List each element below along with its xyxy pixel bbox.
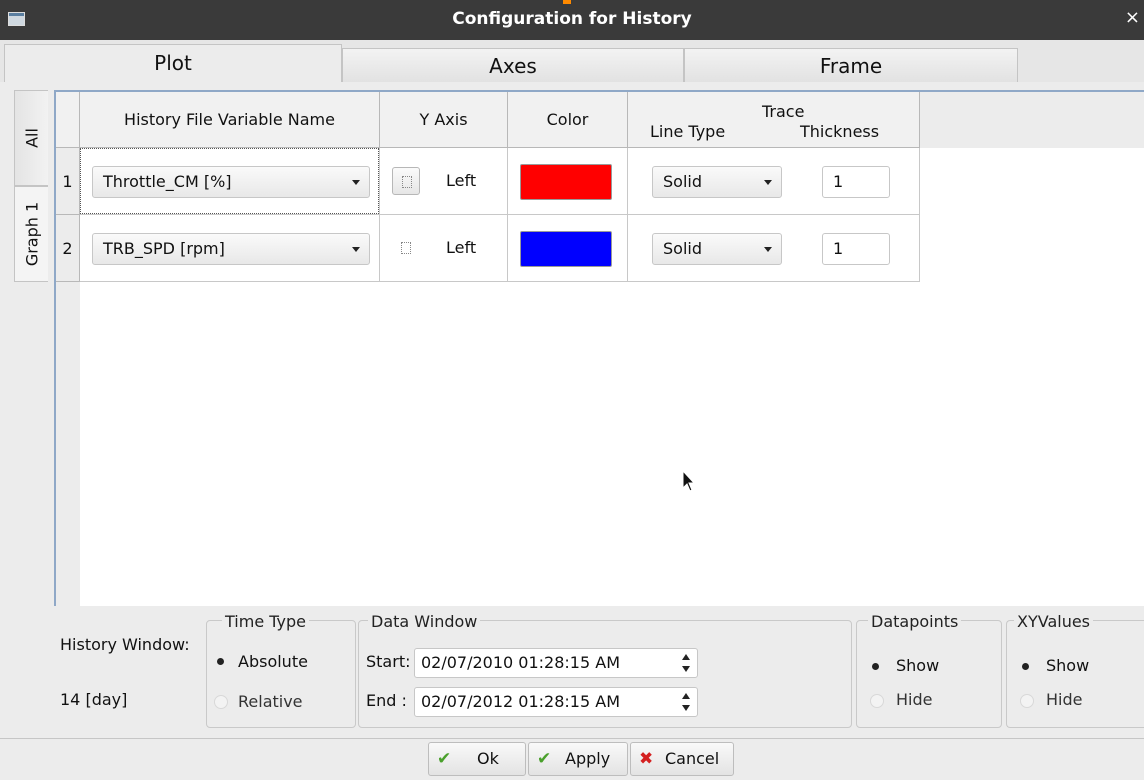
focus-indicator [563,0,571,4]
ok-button[interactable]: ✔ Ok [428,742,526,776]
header-trace[interactable]: Trace Line Type Thickness [628,92,920,148]
thickness-input-1[interactable]: 1 [822,166,890,198]
time-type-group [206,620,356,728]
time-type-title: Time Type [222,612,309,631]
variable-select-1-value: Throttle_CM [%] [103,172,232,191]
start-label: Start: [366,652,411,671]
datapoints-title: Datapoints [868,612,962,631]
tab-axes[interactable]: Axes [342,48,684,82]
radio-absolute[interactable] [213,654,228,669]
header-line-type: Line Type [650,122,726,141]
side-tab-graph-1[interactable]: Graph 1 [14,186,48,282]
header-variable-name[interactable]: History File Variable Name [80,92,380,148]
cell-trace-2: Solid 1 [628,215,920,282]
button-bar: ✔ Ok ✔ Apply ✖ Cancel [0,738,1144,780]
xyvalues-title: XYValues [1014,612,1094,631]
cell-y-axis-2: Left [380,215,508,282]
cell-color-2 [508,215,628,282]
cell-color-1 [508,148,628,215]
spin-updown-icon[interactable] [681,693,691,711]
side-tab-graph-1-label: Graph 1 [22,201,41,267]
cell-trace-1: Solid 1 [628,148,920,215]
radio-xyvalues-show-label[interactable]: Show [1046,656,1089,675]
dropdown-arrow-icon [764,247,772,252]
cancel-button-label: Cancel [665,749,720,768]
mouse-pointer-icon [682,470,696,492]
dropdown-arrow-icon [352,180,360,185]
line-type-select-1[interactable]: Solid [652,166,782,198]
color-swatch-1[interactable] [520,164,612,200]
header-filler [920,92,1144,148]
line-type-select-2[interactable]: Solid [652,233,782,265]
cell-y-axis-1: Left [380,148,508,215]
radio-absolute-label[interactable]: Absolute [238,652,308,671]
y-axis-toggle-2[interactable] [392,234,420,262]
corner-header [56,92,80,148]
line-type-select-1-value: Solid [663,172,702,191]
close-icon[interactable]: × [1125,7,1140,28]
check-icon: ✔ [537,749,552,769]
cancel-x-icon: ✖ [639,749,654,769]
side-tab-all[interactable]: All [14,90,48,186]
radio-relative-label[interactable]: Relative [238,692,303,711]
header-color[interactable]: Color [508,92,628,148]
ok-button-label: Ok [477,749,499,768]
history-window-value: 14 [day] [60,690,128,709]
radio-datapoints-hide[interactable] [870,694,884,708]
side-tab-all-label: All [22,128,41,148]
apply-button[interactable]: ✔ Apply [528,742,628,776]
history-window-label: History Window: [60,635,190,654]
header-trace-label: Trace [762,102,805,121]
end-label: End : [366,691,407,710]
row-number-1[interactable]: 1 [56,148,80,215]
radio-relative[interactable] [214,695,228,709]
dropdown-arrow-icon [764,180,772,185]
row-number-2[interactable]: 2 [56,215,80,282]
spin-updown-icon[interactable] [681,654,691,672]
radio-datapoints-show[interactable] [868,659,883,674]
tab-bar: Plot Axes Frame [0,40,1144,82]
check-icon: ✔ [437,749,452,769]
data-window-title: Data Window [368,612,481,631]
cell-variable-1: Throttle_CM [%] [80,148,380,215]
end-datetime-input[interactable]: 02/07/2012 01:28:15 AM [414,687,698,717]
trace-table: History File Variable Name Y Axis Color … [54,90,1144,606]
radio-xyvalues-hide-label[interactable]: Hide [1046,690,1082,709]
cancel-button[interactable]: ✖ Cancel [630,742,734,776]
variable-select-1[interactable]: Throttle_CM [%] [92,166,370,198]
dropdown-arrow-icon [352,247,360,252]
radio-xyvalues-show[interactable] [1018,659,1033,674]
cell-variable-2: TRB_SPD [rpm] [80,215,380,282]
line-type-select-2-value: Solid [663,239,702,258]
tab-frame[interactable]: Frame [684,48,1018,82]
window-title: Configuration for History [452,9,692,29]
color-swatch-2[interactable] [520,231,612,267]
header-thickness: Thickness [800,122,880,141]
start-datetime-input[interactable]: 02/07/2010 01:28:15 AM [414,648,698,678]
y-axis-label-1: Left [446,171,477,190]
y-axis-toggle-1[interactable] [392,167,420,195]
thickness-input-2[interactable]: 1 [822,233,890,265]
tab-plot[interactable]: Plot [4,44,342,82]
radio-xyvalues-hide[interactable] [1020,694,1034,708]
start-datetime-value: 02/07/2010 01:28:15 AM [421,653,620,672]
radio-datapoints-hide-label[interactable]: Hide [896,690,932,709]
radio-datapoints-show-label[interactable]: Show [896,656,939,675]
end-datetime-value: 02/07/2012 01:28:15 AM [421,692,620,711]
variable-select-2[interactable]: TRB_SPD [rpm] [92,233,370,265]
header-y-axis[interactable]: Y Axis [380,92,508,148]
variable-select-2-value: TRB_SPD [rpm] [103,239,225,258]
window-titlebar[interactable]: Configuration for History × [0,0,1144,40]
apply-button-label: Apply [565,749,611,768]
y-axis-label-2: Left [446,238,477,257]
